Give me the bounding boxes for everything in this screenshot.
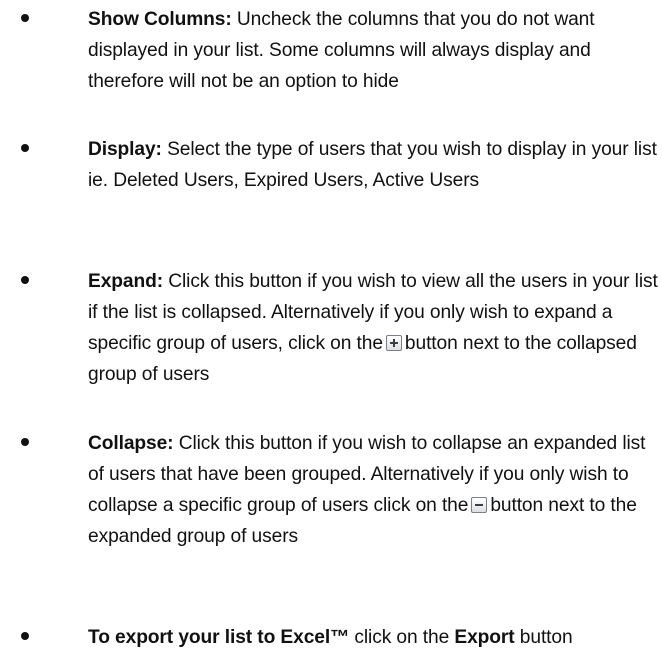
export-term: Export	[454, 627, 515, 648]
bullet-dot	[21, 144, 29, 152]
item-term: Expand:	[88, 271, 163, 292]
item-text: Collapse: Click this button if you wish …	[88, 428, 658, 552]
item-term: Show Columns:	[88, 9, 232, 30]
item-description-end: button	[514, 627, 573, 648]
item-text: Show Columns: Uncheck the columns that y…	[88, 4, 658, 97]
item-text: To export your list to Excel™ click on t…	[88, 622, 658, 653]
item-text: Display: Select the type of users that y…	[88, 134, 658, 196]
item-description: click on the	[349, 627, 455, 648]
expand-plus-icon	[385, 335, 402, 351]
bullet-dot	[21, 438, 29, 446]
bullet-dot	[21, 276, 29, 284]
bullet-dot	[21, 632, 29, 640]
item-term: Display:	[88, 139, 162, 160]
item-text: Expand: Click this button if you wish to…	[88, 266, 658, 390]
bullet-dot	[21, 14, 29, 22]
item-term: Collapse:	[88, 433, 174, 454]
collapse-minus-icon	[471, 497, 488, 513]
item-description: Select the type of users that you wish t…	[88, 139, 657, 191]
document-page: Show Columns: Uncheck the columns that y…	[0, 0, 662, 670]
item-term: To export your list to Excel™	[88, 627, 350, 648]
